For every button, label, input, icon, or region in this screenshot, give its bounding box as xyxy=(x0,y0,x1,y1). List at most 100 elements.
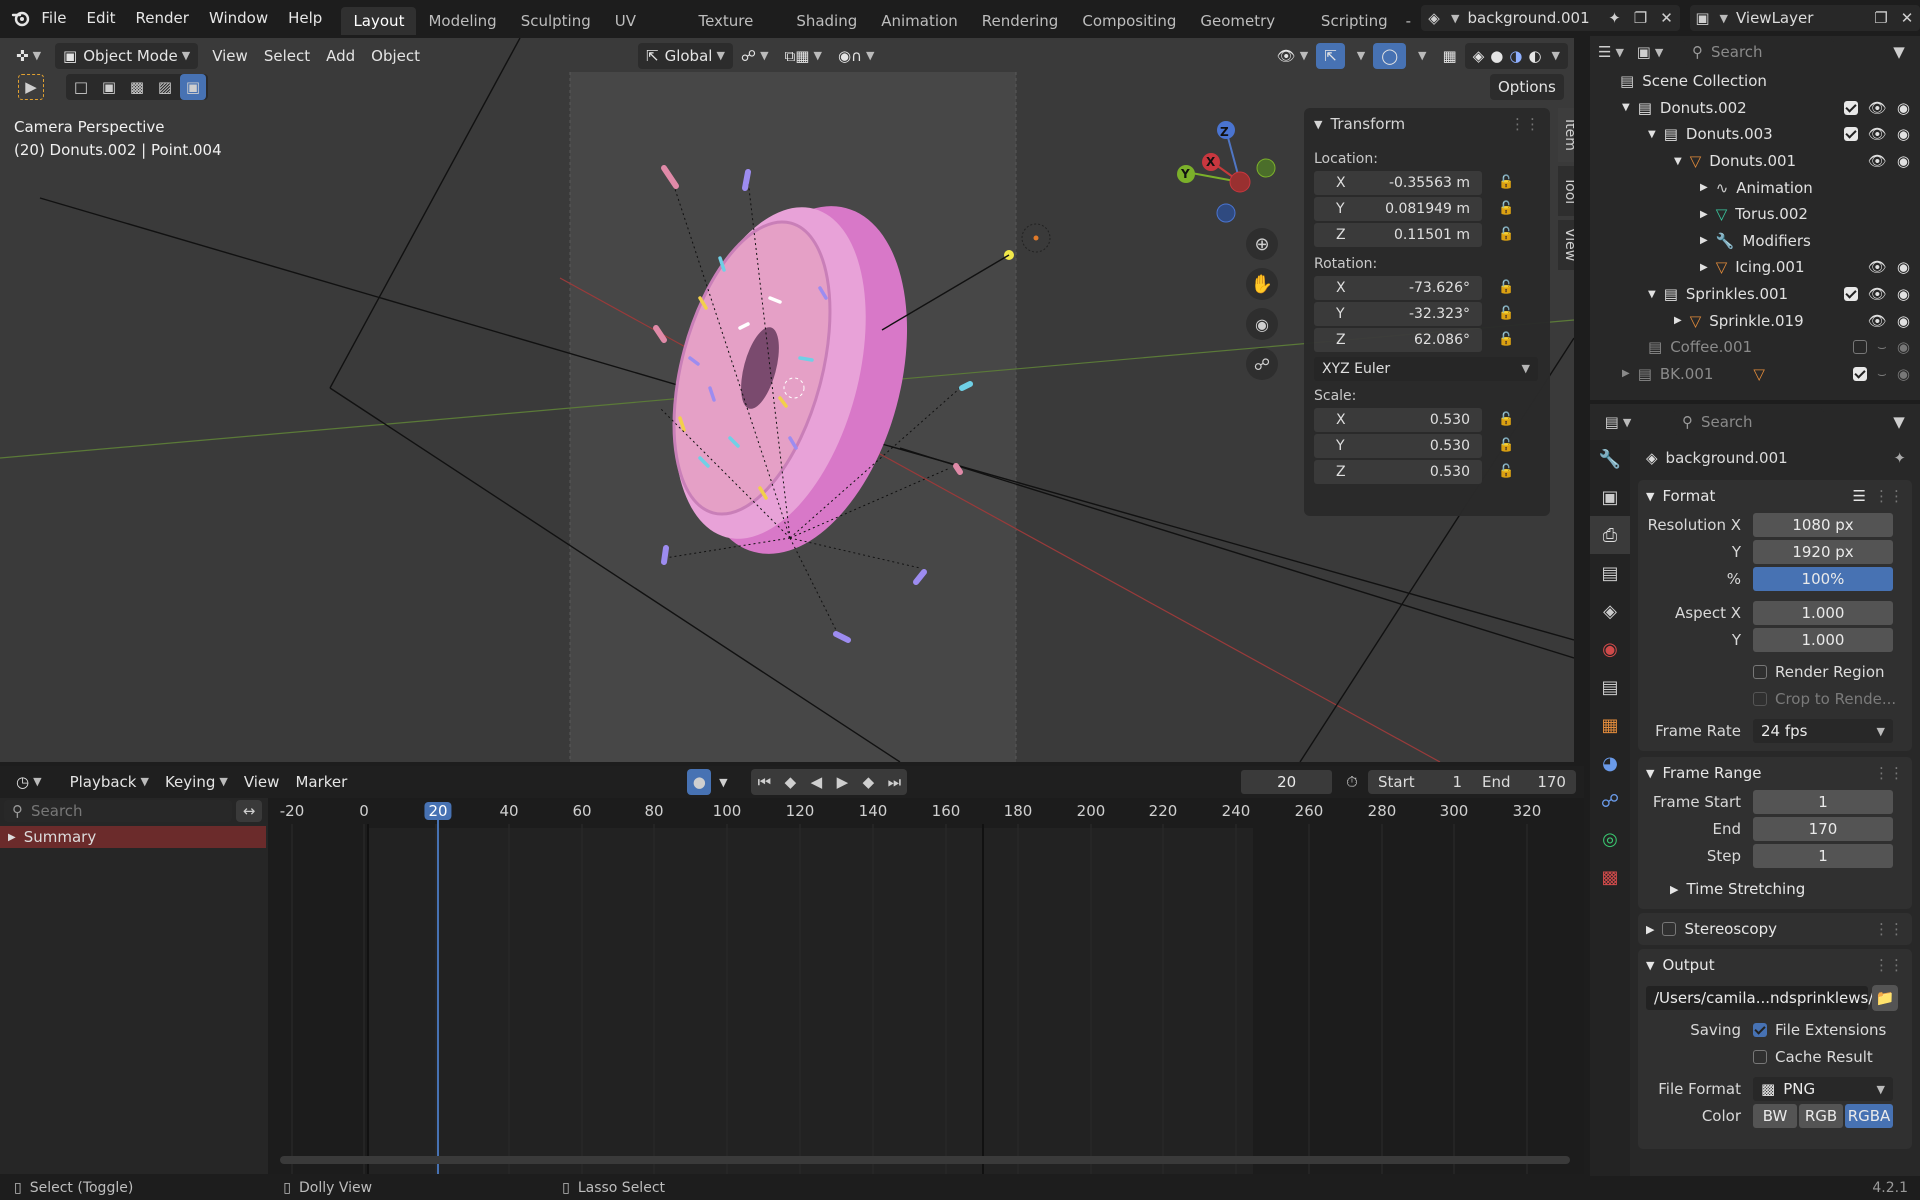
unlock-icon[interactable]: 🔓 xyxy=(1498,464,1514,479)
output-path-field[interactable]: /Users/camila...ndsprinklews/ xyxy=(1646,986,1873,1010)
tool-tab-icon[interactable]: 🔧 xyxy=(1590,440,1630,478)
select-subtract-icon[interactable]: ▩ xyxy=(124,74,150,100)
rotation-y-field[interactable]: Y -32.323° xyxy=(1314,301,1482,326)
menu-render[interactable]: Render xyxy=(126,0,199,36)
outliner-search[interactable]: ⚲ Search xyxy=(1684,39,1834,65)
outliner-row[interactable]: ▶ ∿ Animation xyxy=(1590,174,1920,201)
swap-icon[interactable]: ↔ xyxy=(236,800,262,822)
texture-tab-icon[interactable]: ▩ xyxy=(1590,858,1630,896)
gizmo-toggle-button[interactable]: ⇱ xyxy=(1316,43,1345,69)
location-x-field[interactable]: X -0.35563 m xyxy=(1314,170,1482,195)
outliner-row[interactable]: ▼ ▤ Donuts.003 👁 ◉ xyxy=(1590,121,1920,148)
mode-selector[interactable]: ▣ Object Mode ▼ xyxy=(55,43,199,69)
wireframe-shading-icon[interactable]: ◈ xyxy=(1473,43,1485,69)
drag-handle-icon[interactable]: ⋮⋮ xyxy=(1510,115,1540,133)
material-shading-icon[interactable]: ◑ xyxy=(1509,43,1522,69)
select-intersect-icon[interactable]: ▣ xyxy=(180,74,206,100)
physics-tab-icon[interactable]: ◕ xyxy=(1590,744,1630,782)
rendered-shading-icon[interactable]: ◐ xyxy=(1528,43,1541,69)
editor-type-icon[interactable]: ◷ ▼ xyxy=(8,769,50,795)
unlock-icon[interactable]: 🔓 xyxy=(1498,438,1514,453)
blender-logo-icon[interactable] xyxy=(10,5,31,31)
tab-compositing[interactable]: Compositing xyxy=(1070,7,1188,35)
unlock-icon[interactable]: 🔓 xyxy=(1498,201,1514,216)
outliner-row[interactable]: ▤ Scene Collection xyxy=(1590,68,1920,95)
menu-window[interactable]: Window xyxy=(199,0,278,36)
tab-modeling[interactable]: Modeling xyxy=(416,7,508,35)
outliner-row[interactable]: ▼ ▤ Sprinkles.001 👁 ◉ xyxy=(1590,281,1920,308)
tab-item[interactable]: Item xyxy=(1558,108,1574,162)
resolution-x-field[interactable]: 1080 px xyxy=(1753,513,1893,537)
scale-x-field[interactable]: X 0.530 xyxy=(1314,407,1482,432)
location-z-field[interactable]: Z 0.11501 m xyxy=(1314,222,1482,247)
output-tab-icon[interactable]: ⎙ xyxy=(1590,516,1630,554)
stereoscopy-checkbox[interactable] xyxy=(1662,922,1677,936)
aspect-y-field[interactable]: 1.000 xyxy=(1753,628,1893,652)
overlay-dropdown[interactable]: ▼ xyxy=(1406,43,1434,69)
outliner-row[interactable]: ▼ ▤ Donuts.002 👁 ◉ xyxy=(1590,95,1920,122)
outliner-row[interactable]: ▶ ▽ Icing.001 👁 ◉ xyxy=(1590,254,1920,281)
resolution-y-field[interactable]: 1920 px xyxy=(1753,540,1893,564)
rotation-mode-select[interactable]: XYZ Euler ▼ xyxy=(1314,356,1538,381)
frame-step-field[interactable]: 1 xyxy=(1753,844,1893,868)
rotation-z-field[interactable]: Z 62.086° xyxy=(1314,327,1482,352)
tab-geometry-nodes[interactable]: Geometry Nodes xyxy=(1188,7,1309,58)
unlock-icon[interactable]: 🔓 xyxy=(1498,306,1514,321)
outliner-row[interactable]: ▼ ▽ Donuts.001 👁 ◉ xyxy=(1590,148,1920,175)
new-scene-icon[interactable]: ❐ xyxy=(1628,5,1654,31)
frame-end-field[interactable]: 170 xyxy=(1753,817,1893,841)
eye-icon[interactable]: 👁 xyxy=(1868,125,1887,143)
eye-closed-icon[interactable]: ⌣ xyxy=(1877,365,1887,383)
select-new-icon[interactable]: □ xyxy=(68,74,94,100)
camera-icon[interactable]: ◉ xyxy=(1897,152,1910,170)
pivot-button[interactable]: ☍ ▼ xyxy=(733,43,777,69)
menu-view[interactable]: View xyxy=(204,43,256,69)
tab-tool[interactable]: Tool xyxy=(1558,166,1574,216)
eye-icon[interactable]: 👁 xyxy=(1868,258,1887,276)
camera-icon[interactable]: ◉ xyxy=(1897,258,1910,276)
menu-object[interactable]: Object xyxy=(363,43,428,69)
pin-icon[interactable]: ✦ xyxy=(1602,5,1628,31)
transform-orientation[interactable]: ⇱ Global ▼ xyxy=(638,43,733,69)
eye-icon[interactable]: 👁 xyxy=(1868,152,1887,170)
menu-file[interactable]: File xyxy=(31,0,76,36)
include-checkbox[interactable] xyxy=(1843,287,1858,302)
crop-checkbox[interactable]: Crop to Rende... xyxy=(1638,686,1912,712)
tab-texture-paint[interactable]: Texture Paint xyxy=(686,7,784,58)
folder-icon[interactable]: 📁 xyxy=(1872,985,1898,1011)
format-header[interactable]: ▼ Format ☰ ⋮⋮ xyxy=(1638,480,1912,512)
pan-hand-icon[interactable]: ✋ xyxy=(1246,268,1278,300)
shading-modes[interactable]: ◈ ● ◑ ◐ ▼ xyxy=(1464,43,1568,69)
dopesheet-area[interactable] xyxy=(268,798,1584,1174)
proportional-edit-button[interactable]: ◉∩ ▼ xyxy=(830,43,883,69)
collection-tab-icon[interactable]: ▤ xyxy=(1590,668,1630,706)
file-format-select[interactable]: ▩ PNG ▼ xyxy=(1753,1077,1893,1101)
include-checkbox[interactable] xyxy=(1853,340,1868,355)
outliner-row[interactable]: ▶ ▤ BK.001 ▽ ⌣ ◉ xyxy=(1590,361,1920,388)
cache-result-checkbox[interactable] xyxy=(1753,1050,1767,1064)
new-view-layer-icon[interactable]: ❐ xyxy=(1868,5,1894,31)
editor-type-button[interactable]: ✜ ▼ xyxy=(8,43,49,69)
gizmo-dropdown[interactable]: ▼ xyxy=(1345,43,1373,69)
close-icon[interactable]: ✕ xyxy=(1894,5,1920,31)
menu-add[interactable]: Add xyxy=(318,43,363,69)
presets-list-icon[interactable]: ☰ xyxy=(1853,487,1866,505)
tab-sculpting[interactable]: Sculpting xyxy=(509,7,603,35)
outliner-row[interactable]: ▶ 🔧 Modifiers xyxy=(1590,228,1920,255)
options-button[interactable]: Options xyxy=(1490,74,1564,100)
camera-icon[interactable]: ◉ xyxy=(1897,338,1910,356)
view-layer-tab-icon[interactable]: ▤ xyxy=(1590,554,1630,592)
zoom-icon[interactable]: ⊕ xyxy=(1246,228,1278,260)
include-checkbox[interactable] xyxy=(1843,100,1858,115)
file-extensions-checkbox[interactable] xyxy=(1753,1023,1767,1037)
tab-layout[interactable]: Layout xyxy=(341,7,417,35)
visibility-button[interactable]: 👁 ▼ xyxy=(1269,43,1317,69)
filter-icon[interactable]: ▼ xyxy=(1886,39,1912,65)
transform-header[interactable]: ▼ Transform ⋮⋮ xyxy=(1304,108,1550,140)
scene-selector[interactable]: ◈ ▼ background.001 ✦ ❐ ✕ xyxy=(1421,5,1680,31)
include-checkbox[interactable] xyxy=(1843,127,1858,142)
camera-view-icon[interactable]: ◉ xyxy=(1246,308,1278,340)
color-bw-button[interactable]: BW xyxy=(1753,1104,1797,1128)
render-region-checkbox[interactable]: Render Region xyxy=(1638,659,1912,685)
outliner-row[interactable]: ▤ Coffee.001 ⌣ ◉ xyxy=(1590,334,1920,361)
